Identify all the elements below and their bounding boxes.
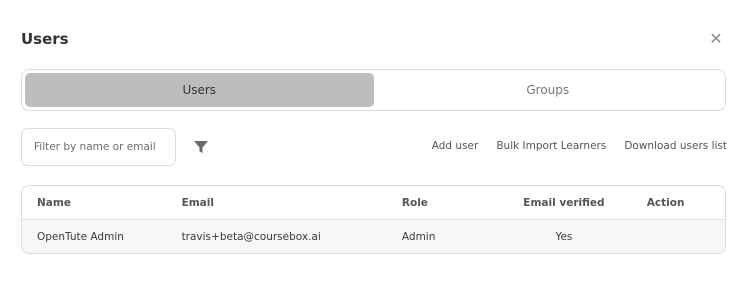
cell-role: Admin (401, 231, 436, 243)
header-email-verified: Email verified (523, 196, 605, 209)
header-email: Email (181, 196, 214, 209)
tab-groups[interactable]: Groups (374, 73, 723, 107)
download-users-link[interactable]: Download users list (624, 140, 727, 152)
header-role: Role (401, 196, 428, 209)
bulk-import-link[interactable]: Bulk Import Learners (496, 140, 606, 152)
dialog-title: Users (21, 30, 69, 48)
table-row[interactable]: OpenTute Admin travis+beta@coursebox.ai … (22, 220, 725, 253)
search-input[interactable] (21, 128, 176, 166)
close-icon[interactable]: ✕ (708, 31, 724, 47)
tab-bar: Users Groups (21, 69, 726, 111)
users-table: Name Email Role Email verified Action Op… (21, 185, 726, 254)
header-name: Name (37, 196, 71, 209)
toolbar-actions: Add user Bulk Import Learners Download u… (432, 140, 727, 152)
header-action: Action (646, 196, 685, 209)
tab-users[interactable]: Users (25, 73, 374, 107)
cell-email-verified: Yes (555, 231, 573, 243)
filter-icon[interactable] (193, 139, 209, 155)
table-header-row: Name Email Role Email verified Action (22, 186, 725, 220)
cell-email: travis+beta@coursebox.ai (181, 231, 321, 243)
add-user-link[interactable]: Add user (432, 140, 479, 152)
cell-name: OpenTute Admin (37, 231, 124, 243)
